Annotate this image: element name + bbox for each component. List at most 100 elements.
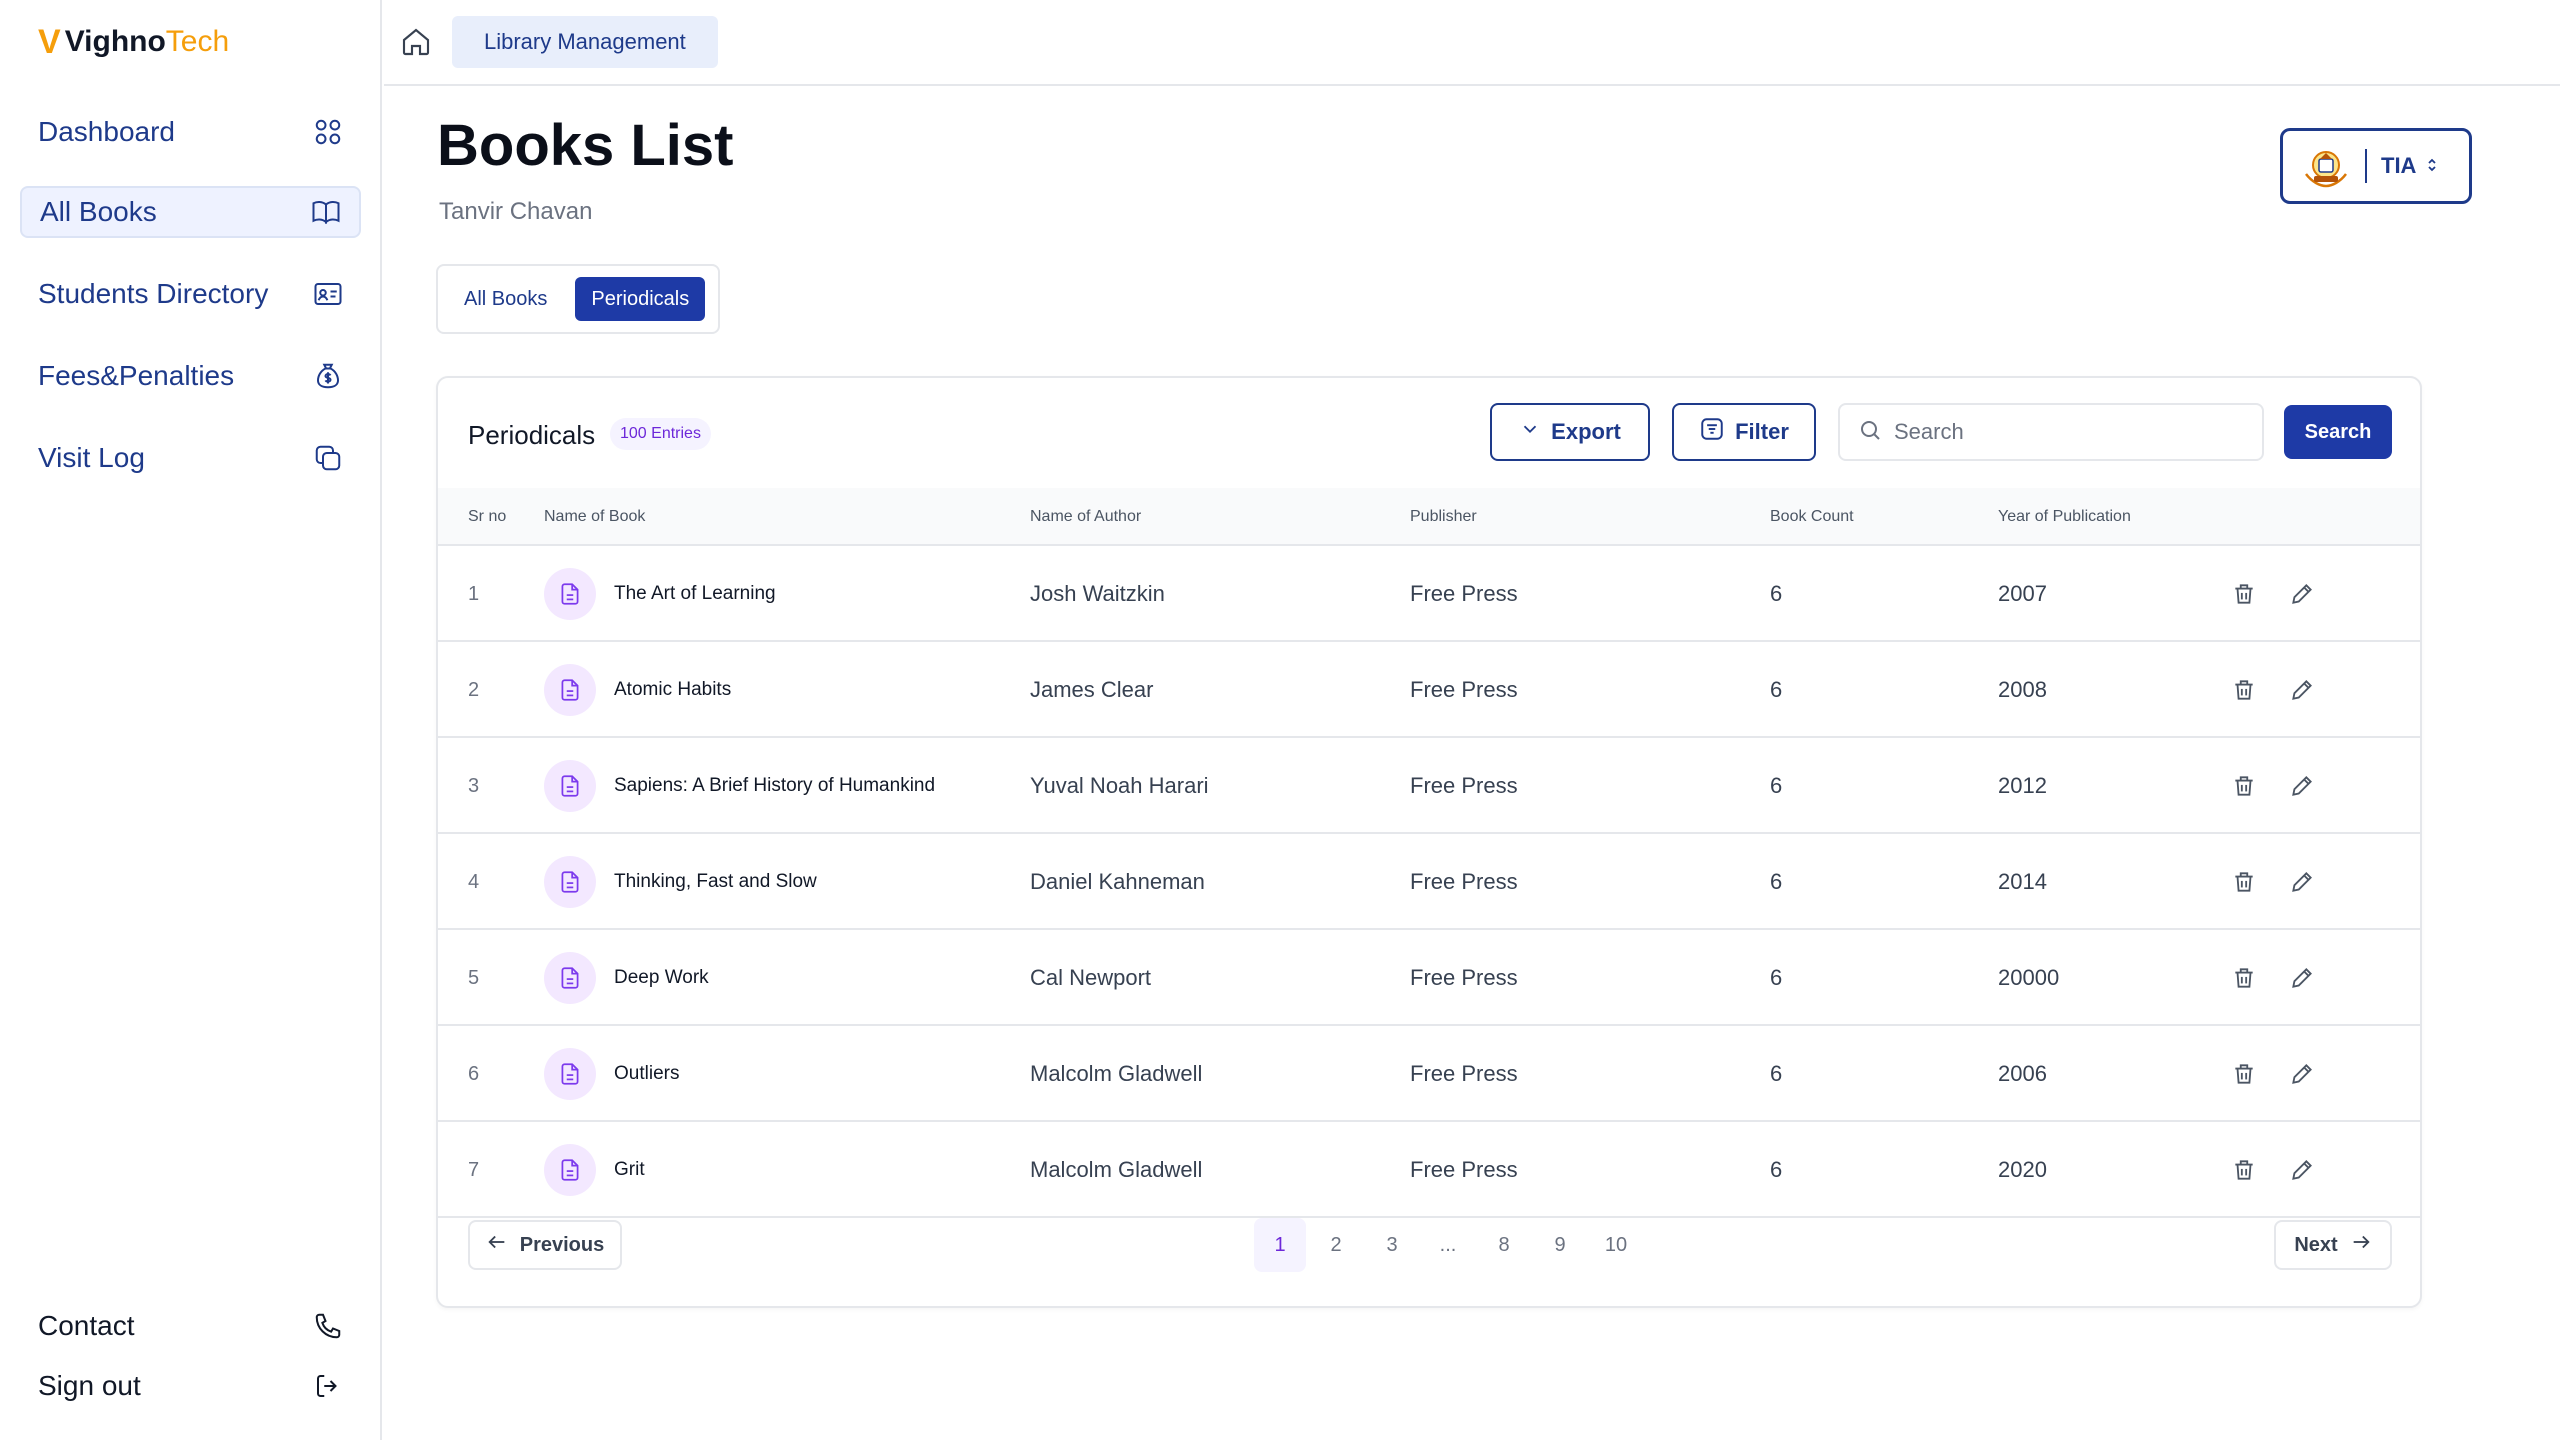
book-title: Atomic Habits — [614, 679, 732, 700]
grid-icon — [311, 115, 345, 149]
table-row[interactable]: 5 Deep Work Cal Newport Free Press 6 200… — [438, 930, 2420, 1026]
sidebar-item-label: Visit Log — [38, 442, 145, 473]
page-number-9[interactable]: 9 — [1534, 1218, 1586, 1272]
trash-icon[interactable] — [2226, 768, 2262, 804]
sidebar-item-label: Contact — [38, 1310, 135, 1341]
sidebar-item-fees-penalties[interactable]: Fees&Penalties — [20, 350, 361, 402]
cell-book: Grit — [544, 1122, 645, 1218]
search-input[interactable] — [1894, 419, 2234, 445]
cell-year: 2012 — [1998, 773, 2047, 798]
brand-name-part2: Tech — [165, 25, 230, 58]
cell-sr-no: 4 — [468, 870, 480, 893]
cell-year: 2006 — [1998, 1061, 2047, 1086]
document-icon — [544, 952, 596, 1004]
search-button[interactable]: Search — [2284, 405, 2392, 459]
table-row[interactable]: 3 Sapiens: A Brief History of Humankind … — [438, 738, 2420, 834]
cell-sr-no: 1 — [468, 582, 480, 605]
column-header-publisher: Publisher — [1410, 508, 1477, 525]
page-subtitle-user: Tanvir Chavan — [439, 198, 593, 225]
page-number-2[interactable]: 2 — [1310, 1218, 1362, 1272]
sidebar-item-visit-log[interactable]: Visit Log — [20, 432, 361, 484]
cell-author: Cal Newport — [1030, 965, 1152, 990]
book-title: Thinking, Fast and Slow — [614, 871, 817, 892]
sidebar-item-dashboard[interactable]: Dashboard — [20, 106, 361, 158]
cell-book: Deep Work — [544, 930, 709, 1026]
entries-count-badge: 100 Entries — [610, 418, 711, 450]
cell-book-count: 6 — [1770, 1061, 1783, 1086]
document-icon — [544, 664, 596, 716]
brand-name-part1: Vighno — [64, 25, 166, 58]
cell-author: Malcolm Gladwell — [1030, 1061, 1203, 1086]
pencil-icon[interactable] — [2284, 864, 2320, 900]
organization-name: TIA — [2381, 153, 2417, 178]
column-header-author: Name of Author — [1030, 508, 1142, 525]
column-header-book-count: Book Count — [1770, 508, 1854, 525]
sidebar-item-label: Sign out — [38, 1370, 141, 1401]
document-icon — [544, 1048, 596, 1100]
cell-year: 2020 — [1998, 1157, 2047, 1182]
tab-periodicals[interactable]: Periodicals — [575, 277, 706, 321]
page-title: Books List — [437, 113, 734, 178]
sidebar-contact[interactable]: Contact — [20, 1302, 361, 1350]
cell-book: Outliers — [544, 1026, 679, 1122]
previous-label: Previous — [519, 1233, 605, 1256]
trash-icon[interactable] — [2226, 1056, 2262, 1092]
cell-publisher: Free Press — [1410, 869, 1518, 894]
cell-publisher: Free Press — [1410, 581, 1518, 606]
trash-icon[interactable] — [2226, 576, 2262, 612]
phone-icon — [311, 1309, 345, 1343]
table-row[interactable]: 1 The Art of Learning Josh Waitzkin Free… — [438, 546, 2420, 642]
search-icon — [1858, 418, 1882, 447]
cell-author: Malcolm Gladwell — [1030, 1157, 1203, 1182]
cell-book-count: 6 — [1770, 965, 1783, 990]
home-icon[interactable] — [398, 24, 434, 60]
pencil-icon[interactable] — [2284, 960, 2320, 996]
pencil-icon[interactable] — [2284, 576, 2320, 612]
page-number-1[interactable]: 1 — [1254, 1218, 1306, 1272]
sidebar-item-label: All Books — [40, 196, 157, 227]
chevron-up-down-icon — [2426, 157, 2438, 176]
arrow-right-icon — [2350, 1231, 2372, 1259]
organization-switcher[interactable]: TIA — [2280, 128, 2472, 204]
sidebar: V Vighno Tech Dashboard All Books Studen… — [0, 0, 382, 1440]
sidebar-item-students-directory[interactable]: Students Directory — [20, 268, 361, 320]
pencil-icon[interactable] — [2284, 1056, 2320, 1092]
cell-author: Yuval Noah Harari — [1030, 773, 1209, 798]
table-row[interactable]: 7 Grit Malcolm Gladwell Free Press 6 202… — [438, 1122, 2420, 1218]
table-row[interactable]: 2 Atomic Habits James Clear Free Press 6… — [438, 642, 2420, 738]
document-icon — [544, 856, 596, 908]
filter-icon — [1699, 416, 1725, 448]
pencil-icon[interactable] — [2284, 672, 2320, 708]
chevron-down-icon — [1519, 418, 1541, 446]
breadcrumb-library-management[interactable]: Library Management — [452, 16, 718, 68]
cell-author: James Clear — [1030, 677, 1154, 702]
book-title: Deep Work — [614, 967, 709, 988]
filter-button[interactable]: Filter — [1672, 403, 1816, 461]
page-number-10[interactable]: 10 — [1590, 1218, 1642, 1272]
table-row[interactable]: 4 Thinking, Fast and Slow Daniel Kahnema… — [438, 834, 2420, 930]
brand-logo[interactable]: V Vighno Tech — [38, 23, 230, 61]
search-field[interactable] — [1838, 403, 2264, 461]
pencil-icon[interactable] — [2284, 768, 2320, 804]
cell-publisher: Free Press — [1410, 1061, 1518, 1086]
sidebar-item-label: Dashboard — [38, 116, 175, 147]
tab-all-books[interactable]: All Books — [448, 277, 563, 321]
trash-icon[interactable] — [2226, 960, 2262, 996]
sidebar-item-all-books[interactable]: All Books — [20, 186, 361, 238]
cell-sr-no: 6 — [468, 1062, 480, 1085]
next-page-button[interactable]: Next — [2274, 1220, 2392, 1270]
document-icon — [544, 568, 596, 620]
trash-icon[interactable] — [2226, 672, 2262, 708]
page-number-8[interactable]: 8 — [1478, 1218, 1530, 1272]
table-header: Sr no Name of Book Name of Author Publis… — [438, 488, 2420, 546]
table-row[interactable]: 6 Outliers Malcolm Gladwell Free Press 6… — [438, 1026, 2420, 1122]
page-number-3[interactable]: 3 — [1366, 1218, 1418, 1272]
cell-book-count: 6 — [1770, 869, 1783, 894]
pencil-icon[interactable] — [2284, 1152, 2320, 1188]
sidebar-sign-out[interactable]: Sign out — [20, 1362, 361, 1410]
cell-book-count: 6 — [1770, 773, 1783, 798]
previous-page-button[interactable]: Previous — [468, 1220, 622, 1270]
trash-icon[interactable] — [2226, 864, 2262, 900]
trash-icon[interactable] — [2226, 1152, 2262, 1188]
export-button[interactable]: Export — [1490, 403, 1650, 461]
